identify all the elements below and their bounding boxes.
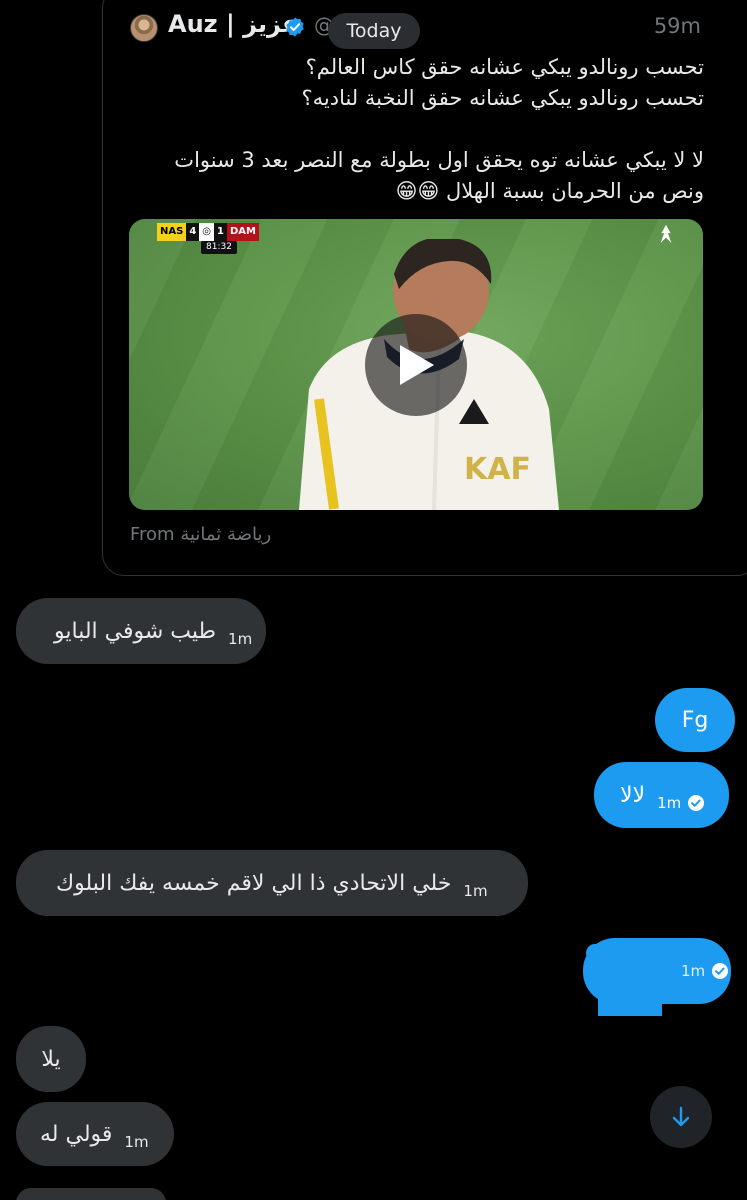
message-outgoing[interactable]: لالا 1m [594, 762, 729, 828]
message-outgoing[interactable]: Fg [655, 688, 735, 752]
league-logo-icon: ◎ [199, 223, 215, 241]
author-name[interactable]: Auz | عزيز [168, 10, 298, 38]
message-time: 1m [657, 794, 682, 812]
message-text: لالا [620, 782, 646, 808]
date-separator: Today [328, 13, 420, 49]
away-team: DAM [226, 223, 259, 241]
message-text: Fg [681, 707, 709, 733]
verified-icon [286, 17, 304, 37]
tweet-source[interactable]: From رياضة ثمانية [130, 524, 271, 545]
message-incoming[interactable]: يلا [16, 1026, 86, 1092]
check-circle-icon [712, 963, 729, 979]
channel-logo-icon [660, 224, 672, 244]
redaction-mark [598, 996, 662, 1016]
tweet-line: تحسب رونالدو يبكي عشانه حقق كاس العالم؟ [305, 55, 704, 79]
message-text: طيب شوفي البايو [54, 618, 217, 644]
jersey-sponsor: KAF [464, 452, 531, 487]
message-time: 1m [681, 962, 706, 980]
tweet-timestamp: 59m [653, 14, 701, 38]
match-clock: 81:32 [201, 241, 237, 254]
message-incoming[interactable]: قولي له 1m [16, 1102, 174, 1166]
tweet-line: تحسب رونالدو يبكي عشانه حقق النخبة لنادي… [301, 86, 704, 110]
play-icon [400, 345, 434, 385]
message-text: خلي الاتحادي ذا الي لاقم خمسه يفك البلوك [56, 870, 452, 896]
play-button[interactable] [365, 314, 467, 416]
message-incoming[interactable]: خلي الاتحادي ذا الي لاقم خمسه يفك البلوك… [16, 850, 528, 916]
message-text: يلا [41, 1046, 61, 1072]
tweet-line: ونص من الحرمان بسبة الهلال 😁😁 [395, 179, 704, 203]
message-incoming-partial[interactable] [16, 1188, 166, 1200]
message-incoming[interactable]: طيب شوفي البايو 1m [16, 598, 266, 664]
check-circle-icon [688, 795, 705, 811]
home-team: NAS [157, 223, 187, 241]
tweet-video[interactable]: NAS 4 ◎ 1 DAM 81:32 KAF [129, 219, 703, 510]
redaction-mark [586, 944, 656, 962]
message-time: 1m [463, 882, 488, 900]
tweet-line [130, 114, 704, 145]
author-avatar[interactable] [130, 14, 158, 42]
arrow-down-icon [672, 1106, 690, 1127]
tweet-line: لا لا يبكي عشانه توه يحقق اول بطولة مع ا… [174, 148, 704, 172]
message-text: قولي له [40, 1121, 113, 1147]
message-time: 1m [124, 1133, 149, 1151]
message-time: 1m [228, 630, 253, 648]
message-status: 1m [681, 962, 729, 980]
home-score: 4 [189, 226, 197, 237]
message-status: 1m [657, 794, 705, 812]
scroll-to-bottom-button[interactable] [650, 1086, 712, 1148]
away-score: 1 [217, 226, 224, 237]
tweet-text: تحسب رونالدو يبكي عشانه حقق كاس العالم؟ … [130, 52, 704, 207]
dm-conversation: Auz | عزيز @ Today 59m تحسب رونالدو يبكي… [0, 0, 747, 1200]
scoreboard: NAS 4 ◎ 1 DAM [157, 223, 259, 241]
